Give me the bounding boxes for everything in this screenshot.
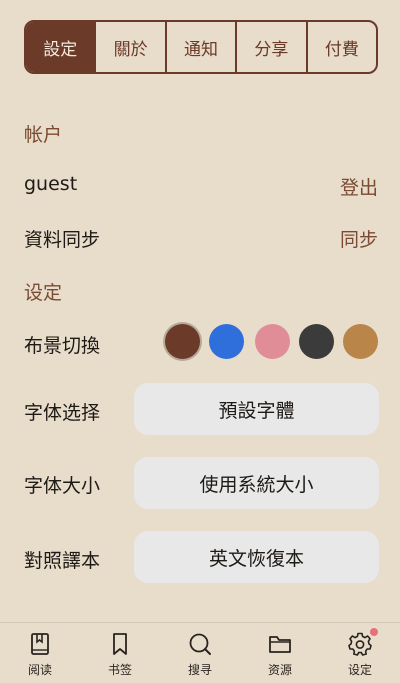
settings-section-heading: 设定 [24, 282, 63, 304]
bookmark-icon [113, 633, 127, 655]
book-icon [31, 633, 49, 655]
font-size-label: 字体大小 [24, 475, 101, 497]
font-select-label: 字体选择 [24, 402, 101, 424]
logout-button[interactable]: 登出 [340, 173, 378, 200]
top-tab-bar: 設定 關於 通知 分享 付費 [24, 20, 378, 74]
nav-label-search: 搜寻 [187, 663, 212, 677]
tab-settings[interactable]: 設定 [26, 22, 97, 72]
folder-icon [269, 636, 291, 653]
tab-payment[interactable]: 付費 [308, 22, 376, 72]
nav-label-bookmarks: 书签 [107, 663, 132, 677]
gear-icon [348, 632, 372, 656]
nav-item-bookmarks[interactable]: 书签 [80, 623, 160, 683]
sync-button[interactable]: 同步 [340, 225, 378, 252]
tab-notifications[interactable]: 通知 [167, 22, 238, 72]
tab-about[interactable]: 關於 [96, 22, 167, 72]
nav-item-settings[interactable]: 设定 [320, 623, 400, 683]
compare-version-button[interactable]: 英文恢復本 [134, 531, 379, 583]
search-icon [189, 633, 211, 655]
nav-item-resources[interactable]: 资源 [240, 623, 320, 683]
data-sync-label: 資料同步 [24, 229, 101, 251]
background-switch-label: 布景切換 [24, 335, 101, 357]
username-label: guest [24, 173, 78, 195]
nav-item-search[interactable]: 搜寻 [160, 623, 240, 683]
nav-item-read[interactable]: 阅读 [0, 623, 80, 683]
tab-share[interactable]: 分享 [237, 22, 308, 72]
background-swatch-blue[interactable] [209, 324, 244, 359]
background-swatch-gold[interactable] [343, 324, 378, 359]
nav-label-settings: 设定 [347, 663, 372, 677]
background-swatch-brown[interactable] [165, 324, 200, 359]
nav-label-resources: 资源 [267, 663, 292, 677]
background-swatch-pink[interactable] [255, 324, 290, 359]
notification-badge-dot [370, 628, 378, 636]
background-swatch-dark[interactable] [299, 324, 334, 359]
account-section-heading: 帐户 [24, 124, 63, 146]
font-size-button[interactable]: 使用系統大小 [134, 457, 379, 509]
font-select-button[interactable]: 預設字體 [134, 383, 379, 435]
nav-label-read: 阅读 [27, 663, 52, 677]
compare-version-label: 對照譯本 [24, 550, 101, 572]
bottom-navigation: 阅读 书签 搜寻 资源 设定 [0, 622, 400, 683]
